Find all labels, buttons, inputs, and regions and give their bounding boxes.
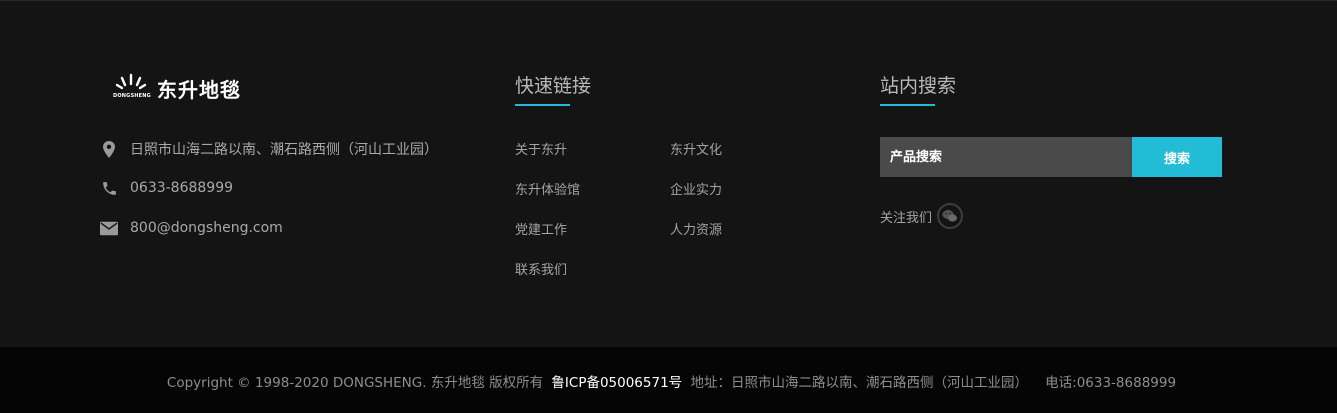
link-hr[interactable]: 人力资源 xyxy=(670,219,722,238)
logo-mini-text: DONGSHENG xyxy=(113,93,151,99)
footer-section: DONGSHENG 东升地毯 日照市山海二路以南、潮石路西侧（河山工业园） 06… xyxy=(0,0,1337,413)
address-text: 日照市山海二路以南、潮石路西侧（河山工业园） xyxy=(130,142,438,158)
phone-text: 0633-8688999 xyxy=(130,180,234,196)
link-about[interactable]: 关于东升 xyxy=(515,139,567,158)
footer-main: DONGSHENG 东升地毯 日照市山海二路以南、潮石路西侧（河山工业园） 06… xyxy=(0,1,1337,347)
phone-icon xyxy=(100,179,118,197)
mail-icon xyxy=(100,219,118,237)
logo-mark: DONGSHENG xyxy=(113,73,151,103)
map-pin-icon xyxy=(100,140,118,158)
logo-rays-icon xyxy=(115,73,147,90)
contact-address: 日照市山海二路以南、潮石路西侧（河山工业园） xyxy=(100,139,438,159)
link-culture[interactable]: 东升文化 xyxy=(670,139,722,158)
brand-name: 东升地毯 xyxy=(157,77,241,102)
search-form: 搜索 xyxy=(880,137,1222,177)
search-button[interactable]: 搜索 xyxy=(1132,137,1222,177)
email-text[interactable]: 800@dongsheng.com xyxy=(130,220,283,236)
site-search-title: 站内搜索 xyxy=(880,75,957,97)
quick-links-title: 快速链接 xyxy=(515,75,592,97)
copyright-bar: Copyright © 1998-2020 DONGSHENG. 东升地毯 版权… xyxy=(0,347,1337,413)
quick-links-underline xyxy=(515,104,570,106)
footer-phone: 电话:0633-8688999 xyxy=(1045,374,1177,391)
contact-phone: 0633-8688999 xyxy=(100,179,233,197)
footer-address: 地址：日照市山海二路以南、潮石路西侧（河山工业园） xyxy=(690,374,1028,391)
site-search-underline xyxy=(880,104,935,106)
search-input[interactable] xyxy=(880,137,1132,177)
copyright-line: Copyright © 1998-2020 DONGSHENG. 东升地毯 版权… xyxy=(161,371,1176,391)
contact-email: 800@dongsheng.com xyxy=(100,219,283,237)
follow-us: 关注我们 xyxy=(880,203,964,229)
icp-link[interactable]: 鲁ICP备05006571号 xyxy=(551,375,682,391)
link-strength[interactable]: 企业实力 xyxy=(670,179,722,198)
link-contact[interactable]: 联系我们 xyxy=(515,259,567,278)
brand-logo[interactable]: DONGSHENG 东升地毯 xyxy=(113,73,241,103)
wechat-icon[interactable] xyxy=(937,203,964,229)
copyright-text: Copyright © 1998-2020 DONGSHENG. 东升地毯 版权… xyxy=(166,374,544,391)
link-party-work[interactable]: 党建工作 xyxy=(515,219,567,238)
link-experience-hall[interactable]: 东升体验馆 xyxy=(515,179,580,198)
follow-label: 关注我们 xyxy=(880,210,933,226)
